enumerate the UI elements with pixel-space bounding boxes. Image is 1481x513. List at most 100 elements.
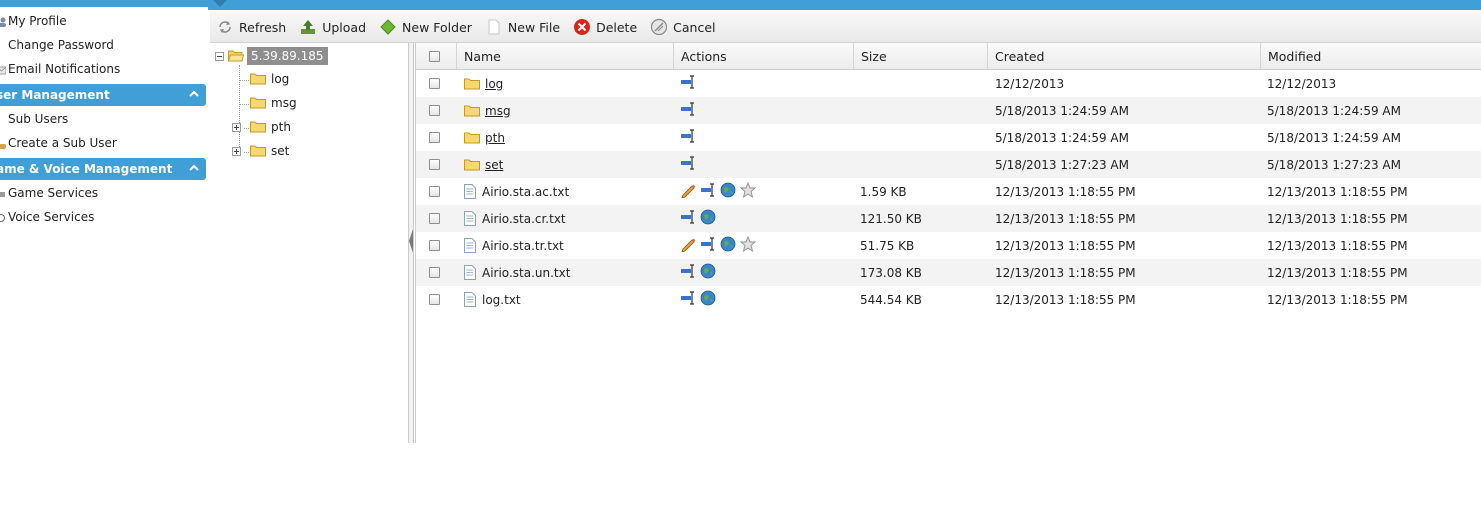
star-icon[interactable] — [739, 235, 757, 252]
voice-icon — [0, 212, 6, 222]
row-checkbox[interactable] — [429, 294, 440, 305]
row-select-cell — [429, 205, 440, 232]
text-file-icon — [464, 238, 476, 253]
chevron-up-icon[interactable] — [188, 88, 200, 100]
rename-icon[interactable] — [700, 236, 716, 252]
created-cell: 5/18/2013 1:24:59 AM — [995, 103, 1129, 118]
table-row[interactable]: Airio.sta.tr.txt 51.75 KB 12/13/2013 1:18:… — [416, 232, 1481, 259]
table-row[interactable]: pth 5/18/2013 1:24:59 AM 5/18/2013 1:24:59… — [416, 124, 1481, 151]
row-checkbox[interactable] — [429, 105, 440, 116]
delete-button[interactable]: Delete — [567, 15, 644, 39]
table-row[interactable]: Airio.sta.un.txt 173.08 KB 12/13/2013 1:18… — [416, 259, 1481, 286]
globe-icon[interactable] — [720, 236, 736, 252]
column-label: Created — [995, 48, 1045, 64]
row-checkbox[interactable] — [429, 240, 440, 251]
edit-pencil-icon[interactable] — [680, 236, 696, 253]
table-row[interactable]: Airio.sta.ac.txt 1.59 KB 12/13/2013 1:18:5… — [416, 178, 1481, 205]
table-row[interactable]: msg 5/18/2013 1:24:59 AM 5/18/2013 1:24:59… — [416, 97, 1481, 124]
rename-icon[interactable] — [700, 182, 716, 198]
account-information-header[interactable] — [0, 0, 208, 7]
rename-icon[interactable] — [680, 128, 696, 144]
new-file-label: New File — [507, 19, 561, 35]
tree-node-set[interactable]: set — [232, 144, 289, 158]
tree-node-pth[interactable]: pth — [232, 120, 291, 134]
expand-icon[interactable] — [232, 146, 241, 156]
upload-label: Upload — [322, 19, 367, 35]
new-folder-button[interactable]: New Folder — [373, 15, 479, 39]
column-header-name[interactable]: Name — [457, 43, 674, 69]
row-checkbox[interactable] — [429, 132, 440, 143]
rename-icon[interactable] — [680, 101, 696, 117]
folder-icon — [464, 78, 480, 90]
game-voice-management-header[interactable]: ame & Voice Management — [0, 158, 206, 180]
row-checkbox[interactable] — [429, 159, 440, 170]
sidebar-item-label: Sub Users — [8, 112, 69, 126]
name-cell: Airio.sta.ac.txt — [464, 178, 569, 205]
column-header-size[interactable]: Size — [854, 43, 988, 69]
sidebar-item-create-sub-user[interactable]: Create a Sub User — [0, 131, 208, 155]
tree-node-msg[interactable]: msg — [250, 96, 297, 110]
actions-cell — [680, 230, 760, 257]
collapse-icon[interactable] — [215, 51, 224, 61]
globe-icon[interactable] — [700, 209, 716, 225]
sidebar-item-email-notifications[interactable]: Email Notifications — [0, 57, 208, 81]
tree-connector — [239, 80, 249, 81]
key-icon — [0, 40, 6, 50]
globe-icon[interactable] — [720, 182, 736, 198]
row-select-cell — [429, 259, 440, 286]
file-name[interactable]: log — [485, 77, 503, 91]
row-checkbox[interactable] — [429, 78, 440, 89]
star-icon[interactable] — [739, 181, 757, 198]
chevron-up-icon[interactable] — [188, 162, 200, 174]
modified-cell: 12/12/2013 — [1267, 76, 1337, 91]
tree-root-node[interactable]: 5.39.89.185 — [215, 47, 328, 65]
expand-icon[interactable] — [232, 122, 241, 132]
collapse-arrow-icon[interactable] — [409, 229, 413, 253]
table-row[interactable]: Airio.sta.cr.txt 121.50 KB 12/13/2013 1:18… — [416, 205, 1481, 232]
name-cell: Airio.sta.cr.txt — [464, 205, 566, 232]
rename-icon[interactable] — [680, 155, 696, 171]
tree-root-label[interactable]: 5.39.89.185 — [247, 47, 328, 65]
select-all-checkbox[interactable] — [429, 50, 440, 62]
upload-button[interactable]: Upload — [293, 15, 373, 39]
column-header-created[interactable]: Created — [988, 43, 1261, 69]
sidebar-item-label: Game Services — [8, 186, 99, 200]
rename-icon[interactable] — [680, 263, 696, 279]
refresh-button[interactable]: Refresh — [210, 15, 293, 39]
row-checkbox[interactable] — [429, 213, 440, 224]
table-row[interactable]: log.txt 544.54 KB 12/13/2013 1:18:55 PM 12/… — [416, 286, 1481, 313]
sidebar-item-my-profile[interactable]: My Profile — [0, 9, 208, 33]
globe-icon[interactable] — [700, 290, 716, 306]
folder-icon — [250, 145, 266, 157]
cancel-button[interactable]: Cancel — [644, 15, 722, 39]
refresh-label: Refresh — [239, 19, 287, 35]
rename-icon[interactable] — [680, 74, 696, 90]
row-checkbox[interactable] — [429, 267, 440, 278]
sidebar-item-voice-services[interactable]: Voice Services — [0, 205, 208, 229]
sidebar-item-change-password[interactable]: Change Password — [0, 33, 208, 57]
sidebar-item-sub-users[interactable]: Sub Users — [0, 107, 208, 131]
column-header-modified[interactable]: Modified — [1261, 43, 1481, 69]
new-file-button[interactable]: New File — [479, 15, 567, 39]
rename-icon[interactable] — [680, 290, 696, 306]
folder-open-icon — [227, 50, 245, 62]
edit-pencil-icon[interactable] — [680, 182, 696, 199]
pane-splitter[interactable] — [408, 43, 414, 443]
globe-icon[interactable] — [700, 263, 716, 279]
name-cell: Airio.sta.un.txt — [464, 259, 570, 286]
sidebar-item-game-services[interactable]: Game Services — [0, 181, 208, 205]
file-name[interactable]: msg — [485, 104, 511, 118]
created-cell: 5/18/2013 1:27:23 AM — [995, 157, 1129, 172]
table-row[interactable]: log 12/12/2013 12/12/2013 — [416, 70, 1481, 97]
left-sidebar: My Profile Change Password Email Notific… — [0, 0, 208, 513]
table-row[interactable]: set 5/18/2013 1:27:23 AM 5/18/2013 1:27:23… — [416, 151, 1481, 178]
user-management-header[interactable]: ser Management — [0, 84, 206, 106]
name-cell: pth — [464, 124, 505, 151]
user-icon — [0, 16, 6, 27]
tree-node-log[interactable]: log — [250, 72, 289, 86]
rename-icon[interactable] — [680, 209, 696, 225]
column-header-actions[interactable]: Actions — [674, 43, 854, 69]
file-name[interactable]: pth — [485, 131, 505, 145]
row-checkbox[interactable] — [429, 186, 440, 197]
file-name[interactable]: set — [485, 158, 503, 172]
